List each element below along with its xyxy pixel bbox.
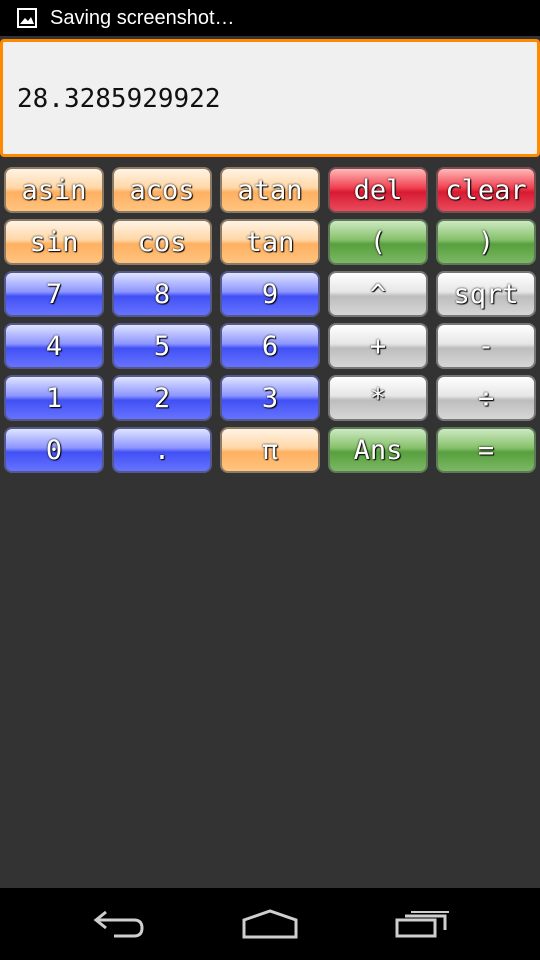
home-icon [242, 909, 298, 939]
plus-button[interactable]: + [328, 323, 428, 369]
recent-apps-button[interactable] [392, 904, 452, 944]
display-value: 28.3285929922 [17, 84, 221, 114]
navigation-bar [0, 888, 540, 960]
digit-7-button[interactable]: 7 [4, 271, 104, 317]
ans-button[interactable]: Ans [328, 427, 428, 473]
minus-button[interactable]: - [436, 323, 536, 369]
power-button[interactable]: ^ [328, 271, 428, 317]
status-bar: Saving screenshot… [0, 0, 540, 36]
equals-button[interactable]: = [436, 427, 536, 473]
sqrt-button[interactable]: sqrt [436, 271, 536, 317]
keypad-row: asin acos atan del clear [4, 167, 538, 213]
clear-button[interactable]: clear [436, 167, 536, 213]
keypad-row: 4 5 6 + - [4, 323, 538, 369]
digit-0-button[interactable]: 0 [4, 427, 104, 473]
calculator-display[interactable]: 28.3285929922 [0, 39, 540, 157]
del-button[interactable]: del [328, 167, 428, 213]
digit-6-button[interactable]: 6 [220, 323, 320, 369]
digit-8-button[interactable]: 8 [112, 271, 212, 317]
digit-2-button[interactable]: 2 [112, 375, 212, 421]
close-paren-button[interactable]: ) [436, 219, 536, 265]
sin-button[interactable]: sin [4, 219, 104, 265]
acos-button[interactable]: acos [112, 167, 212, 213]
digit-5-button[interactable]: 5 [112, 323, 212, 369]
multiply-button[interactable]: * [328, 375, 428, 421]
cos-button[interactable]: cos [112, 219, 212, 265]
digit-4-button[interactable]: 4 [4, 323, 104, 369]
digit-3-button[interactable]: 3 [220, 375, 320, 421]
digit-1-button[interactable]: 1 [4, 375, 104, 421]
open-paren-button[interactable]: ( [328, 219, 428, 265]
back-button[interactable] [90, 904, 150, 944]
divide-button[interactable]: ÷ [436, 375, 536, 421]
atan-button[interactable]: atan [220, 167, 320, 213]
home-button[interactable] [240, 904, 300, 944]
keypad-row: 1 2 3 * ÷ [4, 375, 538, 421]
keypad-row: 0. π Ans = [4, 427, 538, 473]
back-icon [93, 910, 144, 938]
recent-apps-icon [395, 911, 449, 938]
tan-button[interactable]: tan [220, 219, 320, 265]
keypad: asin acos atan del clear sin cos tan() 7 8 9 ^ sqrt 4… [4, 167, 538, 479]
asin-button[interactable]: asin [4, 167, 104, 213]
keypad-row: 7 8 9 ^ sqrt [4, 271, 538, 317]
image-icon [17, 8, 37, 28]
status-text: Saving screenshot… [50, 6, 235, 29]
keypad-row: sin cos tan() [4, 219, 538, 265]
digit-9-button[interactable]: 9 [220, 271, 320, 317]
pi-button[interactable]: π [220, 427, 320, 473]
decimal-button[interactable]: . [112, 427, 212, 473]
